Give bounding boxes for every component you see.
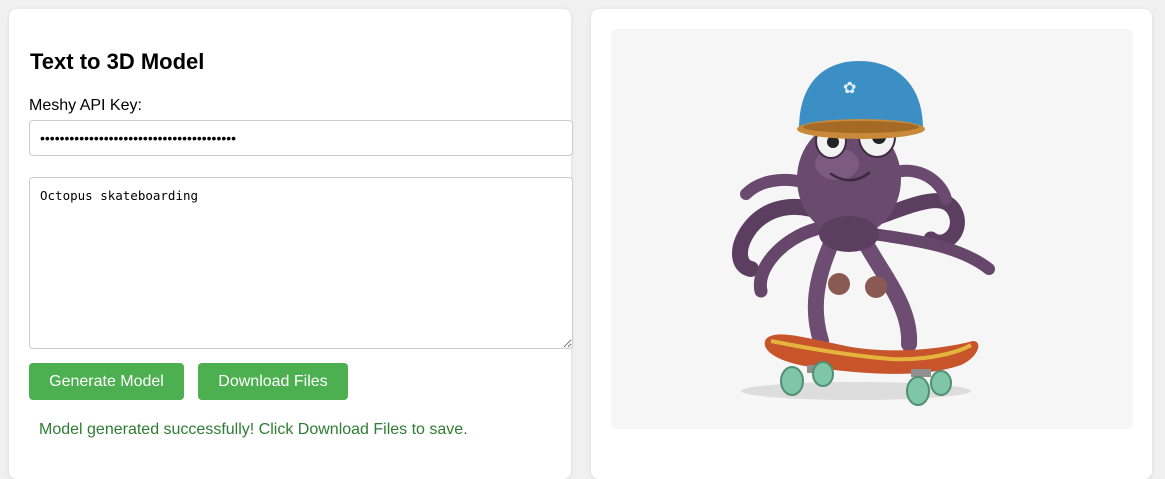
api-key-input[interactable] <box>29 120 573 156</box>
generate-model-button[interactable]: Generate Model <box>29 363 184 400</box>
svg-text:✿: ✿ <box>843 78 856 97</box>
api-key-label: Meshy API Key: <box>29 97 142 114</box>
octopus-model-render: ✿ <box>732 61 995 406</box>
status-message: Model generated successfully! Click Down… <box>39 421 468 438</box>
preview-panel: ✿ <box>591 9 1152 479</box>
page-title: Text to 3D Model <box>30 49 205 74</box>
prompt-textarea[interactable]: Octopus skateboarding <box>29 177 573 349</box>
generator-panel: Text to 3D Model Meshy API Key: Octopus … <box>9 9 573 479</box>
download-files-button[interactable]: Download Files <box>198 363 348 400</box>
model-viewer[interactable]: ✿ <box>611 29 1133 429</box>
